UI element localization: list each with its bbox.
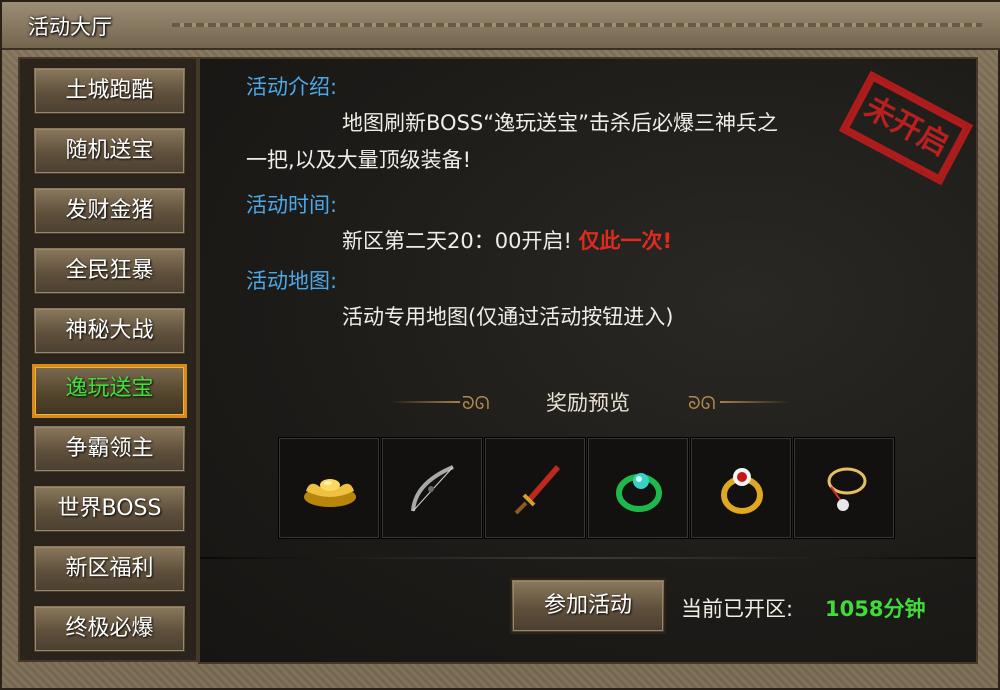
activity-menu: 土城跑酷 随机送宝 发财金猪 全民狂暴 神秘大战 逸玩送宝 争霸领主 世界BOS… xyxy=(18,57,198,662)
menu-item-yiwan-treasure[interactable]: 逸玩送宝 xyxy=(32,364,187,418)
menu-item-new-server-welfare[interactable]: 新区福利 xyxy=(32,544,187,594)
map-text: 活动专用地图(仅通过活动按钮进入) xyxy=(342,305,674,329)
swirl-ornament-right-icon: ᘐᘏ xyxy=(688,393,716,414)
not-open-stamp: 未开启 xyxy=(838,70,974,186)
map-title: 活动地图: xyxy=(246,269,338,293)
reward-slot[interactable] xyxy=(690,437,792,539)
join-activity-button[interactable]: 参加活动 xyxy=(510,578,666,634)
ruby-ring-icon xyxy=(721,468,763,514)
bow-icon xyxy=(411,465,454,512)
menu-item-tucheng-parkour[interactable]: 土城跑酷 xyxy=(32,66,187,116)
window-title: 活动大厅 xyxy=(28,15,112,39)
reward-preview-heading: 奖励预览 xyxy=(546,391,630,415)
reward-slot[interactable] xyxy=(381,437,483,539)
menu-item-overlord[interactable]: 争霸领主 xyxy=(32,424,187,474)
necklace-icon xyxy=(827,467,867,511)
menu-item-golden-pig[interactable]: 发财金猪 xyxy=(32,186,187,236)
jade-ring-icon xyxy=(616,473,662,512)
reward-divider-right xyxy=(720,401,790,403)
reward-slot[interactable] xyxy=(587,437,689,539)
sword-icon xyxy=(514,465,560,515)
activity-hall-window: 活动大厅 土城跑酷 随机送宝 发财金猪 全民狂暴 神秘大战 逸玩送宝 争霸领主 … xyxy=(0,0,1000,690)
menu-item-ultimate-drop[interactable]: 终极必爆 xyxy=(32,604,187,654)
menu-item-random-treasure[interactable]: 随机送宝 xyxy=(32,126,187,176)
reward-slot[interactable] xyxy=(793,437,895,539)
server-open-value: 1058分钟 xyxy=(825,597,926,621)
gold-ingot-icon xyxy=(304,479,356,507)
footer-divider xyxy=(200,557,976,559)
menu-item-mystery-battle[interactable]: 神秘大战 xyxy=(32,306,187,356)
intro-line-1: 地图刷新BOSS“逸玩送宝”击杀后必爆三神兵之 xyxy=(342,111,778,135)
menu-item-world-boss[interactable]: 世界BOSS xyxy=(32,484,187,534)
intro-title: 活动介绍: xyxy=(246,75,338,99)
reward-slot[interactable] xyxy=(484,437,586,539)
title-ornament xyxy=(172,23,982,27)
activity-detail-panel: 活动介绍: 地图刷新BOSS“逸玩送宝”击杀后必爆三神兵之 一把,以及大量顶级装… xyxy=(198,57,978,664)
menu-item-rampage[interactable]: 全民狂暴 xyxy=(32,246,187,296)
title-bar: 活动大厅 xyxy=(2,2,1000,50)
time-line: 新区第二天20：00开启! 仅此一次! xyxy=(342,225,672,255)
intro-line-2: 一把,以及大量顶级装备! xyxy=(246,148,472,172)
time-text: 新区第二天20：00开启! xyxy=(342,229,572,253)
reward-slot[interactable] xyxy=(278,437,380,539)
server-open-label: 当前已开区: xyxy=(681,597,794,621)
time-title: 活动时间: xyxy=(246,193,338,217)
time-highlight: 仅此一次! xyxy=(578,229,673,253)
